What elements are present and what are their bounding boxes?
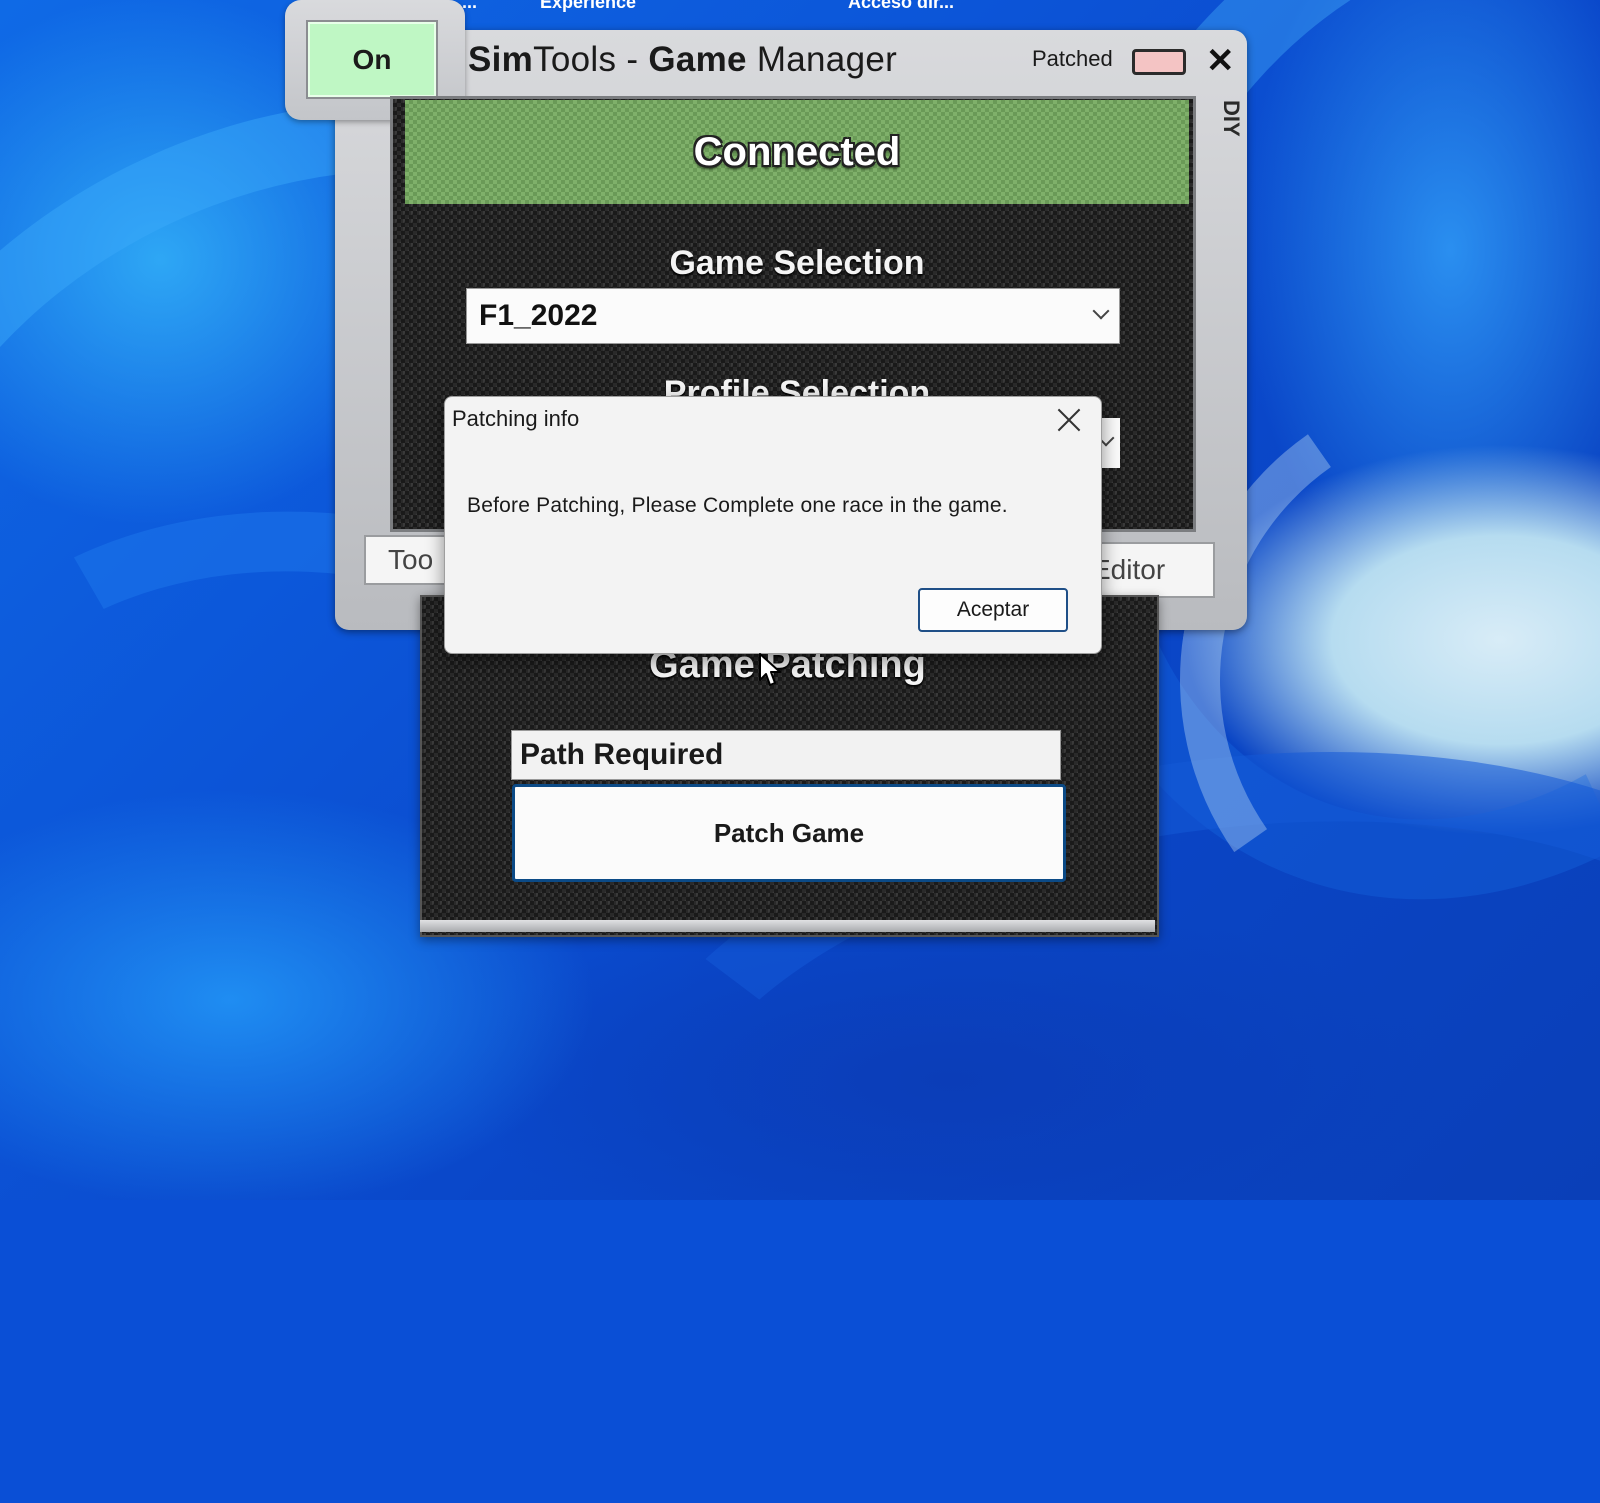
close-button[interactable]: ✕ <box>1206 44 1235 78</box>
game-selection-label: Game Selection <box>669 244 925 282</box>
patched-label: Patched <box>1032 46 1113 71</box>
desktop-icon-label[interactable]: Acceso dir... <box>848 0 954 13</box>
window-title: SimTools - Game Manager <box>468 40 898 79</box>
connection-status-banner: Connected <box>405 100 1189 204</box>
patched-indicator <box>1132 49 1186 75</box>
window-bottom-edge <box>420 920 1155 932</box>
game-path-value: Path Required <box>520 738 724 771</box>
accept-button[interactable]: Aceptar <box>918 588 1068 632</box>
game-selection-value: F1_2022 <box>479 299 598 332</box>
dialog-title: Patching info <box>452 406 580 431</box>
connection-status: Connected <box>693 129 901 174</box>
diy-tab[interactable]: DIY <box>1208 100 1244 180</box>
close-icon[interactable] <box>1056 407 1082 433</box>
patch-game-button[interactable]: Patch Game <box>512 784 1066 882</box>
mouse-cursor-icon <box>759 653 781 686</box>
dialog-message: Before Patching, Please Complete one rac… <box>467 494 1008 517</box>
desktop-icon-label[interactable]: Experience <box>540 0 636 13</box>
chevron-down-icon <box>1092 302 1110 320</box>
power-on-button[interactable]: On <box>306 20 438 99</box>
game-path-field[interactable]: Path Required <box>511 730 1061 780</box>
game-selection-dropdown[interactable]: F1_2022 <box>466 288 1120 344</box>
